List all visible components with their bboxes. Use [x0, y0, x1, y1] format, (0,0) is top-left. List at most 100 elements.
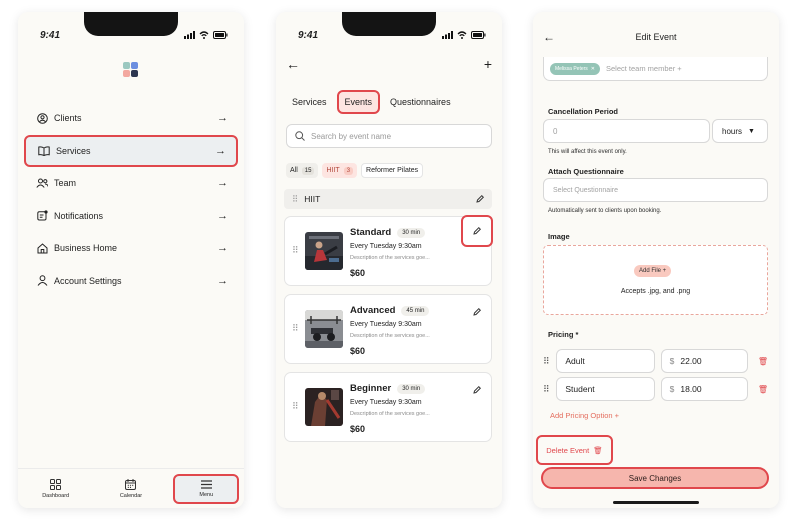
team-member-placeholder: Select team member + [606, 64, 682, 73]
signal-icon [442, 31, 453, 39]
trash-icon: 🗑 [593, 445, 603, 455]
drag-handle-icon[interactable]: ⠿ [292, 245, 299, 256]
close-icon[interactable]: ✕ [591, 66, 595, 72]
event-card[interactable]: ⠿ Advanced 45 min Every Tuesday 9:30am De… [284, 294, 492, 364]
chip-label: HIIT [326, 167, 340, 174]
home-icon [36, 242, 48, 254]
pricing-name: Adult [565, 356, 585, 366]
tab-label: Calendar [119, 492, 143, 499]
event-card[interactable]: ⠿ Standard 30 min Every Tuesday 9:30am De… [284, 215, 493, 286]
filter-chip-hiit[interactable]: HIIT 3 [322, 163, 358, 178]
cancellation-input[interactable]: 0 [543, 119, 710, 143]
team-member-field[interactable]: Melissa Peters ✕ Select team member + [543, 57, 768, 81]
event-description: Description of the services goe... [350, 255, 430, 261]
menu-item-account-settings[interactable]: Account Settings → [24, 265, 238, 298]
events-screen: 9:41 ← + Services Events Questionnaires … [276, 12, 502, 508]
cancellation-unit-select[interactable]: hours ▼ [712, 119, 768, 143]
questionnaire-select[interactable]: Select Questionnaire [543, 178, 768, 202]
status-time: 9:41 [298, 29, 319, 41]
gym-photo [305, 388, 343, 426]
pencil-icon [473, 307, 482, 316]
menu-item-label: Business Home [54, 243, 118, 254]
arrow-right-icon: → [217, 209, 228, 222]
pricing-amount-input[interactable]: $18.00 [660, 377, 748, 401]
filter-chip-reformer-pilates[interactable]: Reformer Pilates [361, 163, 424, 178]
gym-photo [305, 310, 343, 348]
pricing-amount: 22.00 [680, 356, 702, 366]
tag-label: Melissa Peters [555, 65, 588, 72]
menu-item-business-home[interactable]: Business Home → [24, 232, 238, 265]
calendar-icon [125, 478, 137, 490]
event-title: Standard [350, 227, 392, 238]
back-arrow-icon[interactable]: ← [286, 56, 300, 72]
arrow-right-icon: → [217, 112, 228, 125]
pricing-amount-input[interactable]: $22.00 [660, 349, 748, 373]
filter-chips: All 15 HIIT 3 Reformer Pilates [286, 163, 424, 178]
edit-event-button[interactable] [461, 215, 493, 247]
edit-event-button[interactable] [473, 381, 482, 399]
pricing-row: ⠿ Student $18.00 🗑 [543, 377, 768, 401]
book-icon [38, 145, 50, 157]
tab-events[interactable]: Events [336, 90, 381, 114]
menu-item-services[interactable]: Services → [24, 134, 238, 167]
search-input[interactable]: Search by event name [286, 124, 492, 148]
save-changes-button[interactable]: Save Changes [541, 467, 769, 489]
notification-icon [36, 210, 48, 222]
pricing-name-input[interactable]: Adult [556, 349, 655, 373]
arrow-right-icon: → [217, 177, 228, 190]
menu-item-notifications[interactable]: Notifications → [24, 200, 238, 233]
pencil-icon[interactable] [476, 195, 484, 203]
menu-item-clients[interactable]: Clients → [24, 102, 238, 135]
filter-chip-all[interactable]: All 15 [286, 163, 319, 178]
event-thumbnail [305, 310, 343, 348]
questionnaire-placeholder: Select Questionnaire [553, 186, 618, 194]
wifi-icon [457, 31, 467, 39]
chip-count: 3 [343, 166, 354, 175]
add-pricing-option-button[interactable]: Add Pricing Option + [550, 411, 619, 420]
user-circle-icon [36, 112, 48, 124]
edit-event-button[interactable] [473, 303, 482, 321]
chip-count: 15 [301, 166, 315, 175]
add-icon[interactable]: + [484, 56, 492, 72]
delete-event-button[interactable]: Delete Event 🗑 [536, 435, 613, 465]
trash-icon[interactable]: 🗑 [758, 385, 768, 394]
arrow-right-icon: → [217, 242, 228, 255]
tab-dashboard[interactable]: Dashboard [23, 475, 89, 503]
event-title: Advanced [350, 305, 396, 316]
event-price: $60 [350, 268, 366, 278]
menu-item-team[interactable]: Team → [24, 167, 238, 200]
menu-item-label: Account Settings [54, 275, 122, 286]
drag-handle-icon[interactable]: ⠿ [292, 194, 298, 205]
status-time: 9:41 [40, 29, 61, 41]
tab-questionnaires[interactable]: Questionnaires [384, 91, 457, 113]
drag-handle-icon[interactable]: ⠿ [292, 401, 299, 412]
page-title: Edit Event [635, 32, 677, 42]
tab-menu[interactable]: Menu [173, 473, 240, 504]
back-arrow-icon[interactable]: ← [543, 30, 555, 44]
accepted-formats: Accepts .jpg, and .png [620, 288, 691, 295]
edit-event-screen: ← Edit Event Melissa Peters ✕ Select tea… [533, 12, 779, 508]
battery-icon [213, 31, 228, 39]
menu-item-label: Team [54, 178, 77, 189]
caret-down-icon: ▼ [748, 127, 755, 135]
pencil-icon [473, 385, 482, 394]
questionnaire-hint: Automatically sent to clients upon booki… [548, 208, 662, 214]
home-indicator [613, 501, 699, 504]
event-card[interactable]: ⠿ Beginner 30 min Every Tuesday 9:30am De… [284, 372, 492, 442]
tab-calendar[interactable]: Calendar [98, 475, 164, 503]
tab-label: Dashboard [42, 492, 70, 499]
drag-handle-icon[interactable]: ⠿ [543, 384, 550, 395]
group-header[interactable]: ⠿ HIIT [284, 189, 492, 209]
drag-handle-icon[interactable]: ⠿ [543, 356, 550, 367]
event-price: $60 [350, 346, 366, 356]
add-file-button[interactable]: Add File + [634, 265, 672, 277]
chip-label: Reformer Pilates [366, 167, 419, 174]
tab-services[interactable]: Services [286, 91, 333, 113]
team-member-tag[interactable]: Melissa Peters ✕ [550, 62, 600, 75]
image-dropzone[interactable]: Add File + Accepts .jpg, and .png [543, 245, 768, 315]
drag-handle-icon[interactable]: ⠿ [292, 323, 299, 334]
pricing-name-input[interactable]: Student [556, 377, 655, 401]
trash-icon[interactable]: 🗑 [758, 357, 768, 366]
tab-bar: Dashboard Calendar Menu [18, 468, 244, 508]
event-schedule: Every Tuesday 9:30am [350, 321, 422, 328]
